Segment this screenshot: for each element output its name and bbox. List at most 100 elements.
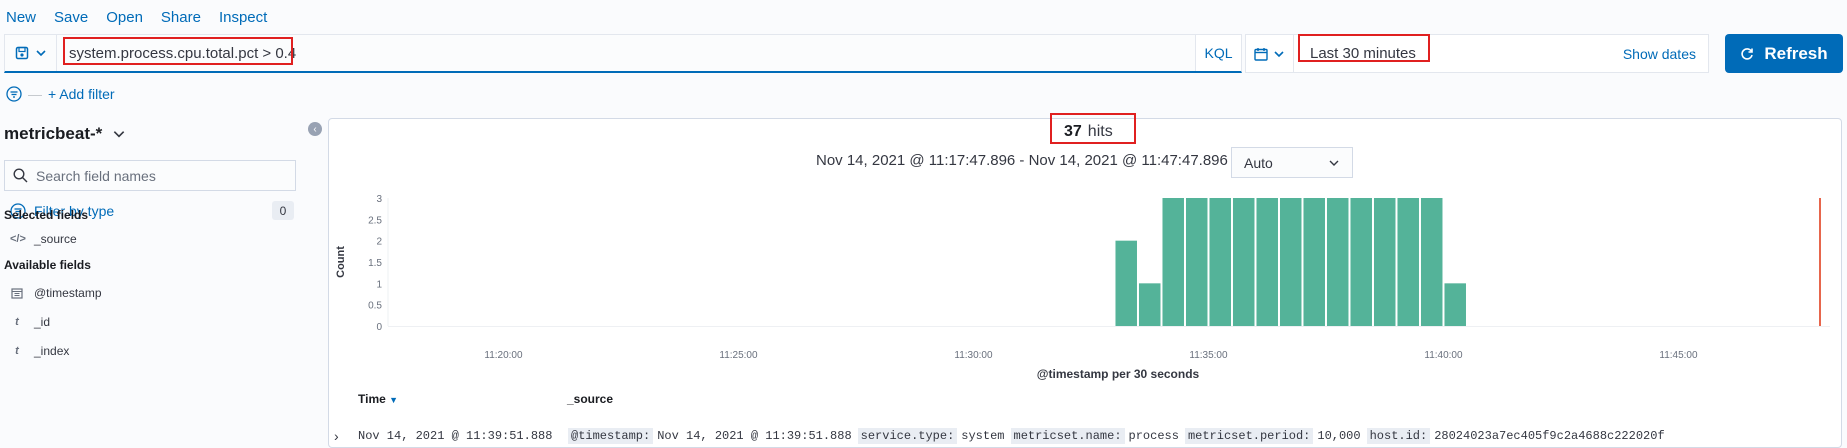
add-filter-button[interactable]: + Add filter: [48, 86, 115, 102]
histogram-bar: [1350, 198, 1372, 326]
histogram-bar: [1162, 198, 1184, 326]
column-header-label: Time: [358, 392, 386, 406]
table-row[interactable]: › Nov 14, 2021 @ 11:39:51.888 @timestamp…: [334, 426, 1834, 446]
text-type-icon: t: [15, 345, 19, 357]
interval-value: Auto: [1244, 154, 1273, 171]
histogram-bar: [1279, 198, 1302, 326]
histogram-bar: [1420, 198, 1443, 326]
chevron-down-icon: [114, 131, 125, 138]
calendar-icon: [1254, 47, 1268, 61]
index-pattern-selector[interactable]: metricbeat-*: [4, 124, 126, 144]
hits-count: 37 hits: [1064, 123, 1113, 141]
index-pattern-label: metricbeat-*: [4, 124, 103, 143]
row-time: Nov 14, 2021 @ 11:39:51.888: [358, 429, 553, 443]
field-name: _index: [34, 344, 70, 358]
histogram-bar: [1373, 198, 1396, 326]
field-name: _source: [34, 232, 77, 246]
x-tick-label: 11:20:00: [484, 350, 523, 361]
field-sidebar: metricbeat-* ‹ Search field names Filter…: [0, 114, 325, 443]
time-range-display[interactable]: Last 30 minutes: [1294, 34, 1623, 62]
source-field-value: 28024023a7ec405f9c2a4688c222020f: [1434, 429, 1665, 443]
y-tick-label: 1.5: [368, 258, 382, 269]
filter-count-badge: 0: [272, 201, 294, 220]
show-dates-button[interactable]: Show dates: [1623, 46, 1708, 62]
expand-row-icon[interactable]: ›: [334, 428, 358, 444]
x-axis-title: @timestamp per 30 seconds: [1037, 367, 1200, 381]
y-axis-title: Count: [335, 246, 347, 278]
histogram-chart: 0 0.5 1 1.5 2 2.5 3 11:20:00 11:25:00 11:30:00 11:…: [335, 194, 1830, 381]
query-bar: system.process.cpu.total.pct > 0.4 KQL: [4, 34, 1242, 73]
x-tick-label: 11:25:00: [719, 350, 758, 361]
available-fields-title: Available fields: [4, 258, 91, 272]
histogram-bar: [1326, 198, 1349, 326]
source-field-key: metricset.period:: [1184, 428, 1314, 444]
histogram-bar: [1397, 198, 1419, 326]
field-item-source[interactable]: </> _source: [10, 232, 77, 246]
field-name: @timestamp: [34, 286, 102, 300]
chevron-down-icon: [1329, 160, 1339, 166]
code-icon: </>: [10, 233, 26, 245]
field-item-index[interactable]: t _index: [10, 344, 69, 358]
nav-share[interactable]: Share: [161, 9, 201, 26]
hits-number: 37: [1064, 123, 1082, 140]
chevron-down-icon: [35, 50, 46, 57]
calendar-icon: [11, 288, 23, 299]
source-field-value: 10,000: [1317, 429, 1361, 443]
filter-row: — + Add filter: [6, 84, 115, 104]
x-tick-label: 11:30:00: [954, 350, 993, 361]
date-picker: Last 30 minutes Show dates: [1245, 34, 1709, 73]
source-field-key: host.id:: [1366, 428, 1431, 444]
histogram-time-range: Nov 14, 2021 @ 11:17:47.896 - Nov 14, 20…: [816, 152, 1248, 169]
source-field-value: Nov 14, 2021 @ 11:39:51.888: [657, 429, 852, 443]
column-header-time[interactable]: Time ▼: [358, 392, 398, 406]
y-tick-label: 2: [376, 237, 382, 248]
field-search-input[interactable]: Search field names: [4, 160, 296, 191]
query-language-button[interactable]: KQL: [1195, 35, 1241, 71]
source-field-key: service.type:: [857, 428, 958, 444]
text-type-icon: t: [15, 316, 19, 328]
filter-menu-icon[interactable]: [6, 86, 22, 102]
time-range-highlight: [1298, 34, 1430, 62]
sort-down-icon: ▼: [389, 395, 399, 405]
row-source: @timestamp: Nov 14, 2021 @ 11:39:51.888 se…: [568, 428, 1671, 444]
column-header-source: _source: [567, 392, 614, 406]
save-icon: [15, 46, 28, 60]
histogram-bar: [1115, 240, 1137, 326]
selected-fields-title: Selected fields: [4, 208, 89, 222]
source-field-value: process: [1128, 429, 1179, 443]
saved-query-button[interactable]: [5, 35, 57, 71]
y-tick-label: 0.5: [368, 301, 382, 312]
source-field-key: metricset.name:: [1010, 428, 1125, 444]
y-tick-label: 0: [376, 322, 382, 333]
search-icon: [13, 168, 28, 183]
x-tick-label: 11:40:00: [1424, 350, 1463, 361]
nav-inspect[interactable]: Inspect: [219, 9, 267, 26]
x-tick-label: 11:45:00: [1659, 350, 1698, 361]
histogram-bar: [1232, 198, 1255, 326]
y-tick-label: 1: [376, 279, 382, 290]
nav-new[interactable]: New: [6, 9, 36, 26]
filter-divider: —: [28, 86, 42, 102]
histogram-bar: [1209, 198, 1231, 326]
x-tick-label: 11:35:00: [1189, 350, 1228, 361]
collapse-sidebar-icon[interactable]: ‹: [308, 122, 322, 136]
source-field-value: system: [961, 429, 1005, 443]
query-input[interactable]: system.process.cpu.total.pct > 0.4: [57, 35, 1195, 71]
query-highlight: [63, 37, 293, 65]
refresh-button[interactable]: Refresh: [1725, 34, 1843, 73]
y-tick-label: 3: [376, 194, 382, 205]
field-item-timestamp[interactable]: @timestamp: [10, 286, 102, 300]
source-field-key: @timestamp:: [568, 428, 654, 444]
hits-label: hits: [1087, 123, 1113, 140]
quick-menu-button[interactable]: [1246, 35, 1294, 72]
nav-open[interactable]: Open: [106, 9, 143, 26]
refresh-icon: [1741, 47, 1754, 60]
histogram-bar: [1256, 198, 1278, 326]
top-nav: New Save Open Share Inspect: [0, 0, 1847, 34]
field-search-placeholder: Search field names: [36, 167, 156, 184]
nav-save[interactable]: Save: [54, 9, 88, 26]
histogram-bar: [1444, 283, 1466, 326]
chevron-down-icon: [1274, 50, 1284, 57]
field-item-id[interactable]: t _id: [10, 315, 50, 329]
interval-select[interactable]: Auto: [1231, 147, 1353, 178]
